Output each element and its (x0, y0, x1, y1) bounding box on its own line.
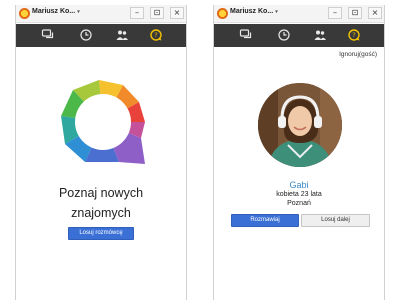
main-toolbar: ? (214, 24, 384, 47)
minimize-button[interactable]: – (328, 7, 342, 19)
user-name-label: Mariusz Ko... (230, 8, 274, 15)
clock-icon[interactable] (79, 28, 93, 42)
chevron-down-icon[interactable]: ▾ (77, 9, 80, 15)
title-bar[interactable]: Mariusz Ko... ▾ – ⊡ × (16, 5, 186, 23)
user-avatar-icon[interactable] (19, 8, 30, 19)
user-name-label: Mariusz Ko... (32, 8, 76, 15)
clock-icon[interactable] (277, 28, 291, 42)
main-toolbar: ? (16, 24, 186, 47)
contacts-icon[interactable] (313, 28, 327, 42)
profile-photo (258, 83, 342, 167)
minimize-button[interactable]: – (130, 7, 144, 19)
close-button[interactable]: × (170, 7, 184, 19)
chat-icon[interactable] (41, 28, 55, 42)
rainbow-chat-logo-icon (61, 80, 145, 164)
random-chat-window-right: Mariusz Ko... ▾ – ⊡ × ? Ignoruj(gość) Ga… (213, 5, 385, 300)
chat-icon[interactable] (239, 28, 253, 42)
profile-photo-image (258, 83, 342, 167)
ignore-link[interactable]: Ignoruj(gość) (339, 51, 377, 58)
profile-age: kobieta 23 lata (276, 191, 322, 198)
intro-heading-line2: znajomych (71, 206, 131, 220)
camera-button[interactable]: ⊡ (348, 7, 362, 19)
title-bar[interactable]: Mariusz Ko... ▾ – ⊡ × (214, 5, 384, 23)
chevron-down-icon[interactable]: ▾ (275, 9, 278, 15)
user-avatar-icon[interactable] (217, 8, 228, 19)
random-chat-icon[interactable]: ? (347, 28, 361, 42)
user-name-dropdown[interactable]: Mariusz Ko... ▾ (230, 8, 278, 15)
user-name-dropdown[interactable]: Mariusz Ko... ▾ (32, 8, 80, 15)
intro-heading: Poznaj nowych znajomych (16, 183, 186, 223)
intro-heading-line1: Poznaj nowych (58, 186, 144, 200)
svg-text:?: ? (154, 31, 157, 39)
close-button[interactable]: × (368, 7, 382, 19)
talk-button[interactable]: Rozmawiaj (231, 214, 299, 227)
camera-button[interactable]: ⊡ (150, 7, 164, 19)
contacts-icon[interactable] (115, 28, 129, 42)
draw-again-button[interactable]: Losuj dalej (301, 214, 370, 227)
draw-partner-button[interactable]: Losuj rozmówcę (68, 227, 134, 240)
profile-city: Poznań (287, 200, 311, 207)
profile-name-link[interactable]: Gabi (214, 180, 384, 190)
random-chat-icon[interactable]: ? (149, 28, 163, 42)
svg-text:?: ? (352, 31, 355, 39)
random-chat-window-left: Mariusz Ko... ▾ – ⊡ × ? Poznaj nowych zn… (15, 5, 187, 300)
